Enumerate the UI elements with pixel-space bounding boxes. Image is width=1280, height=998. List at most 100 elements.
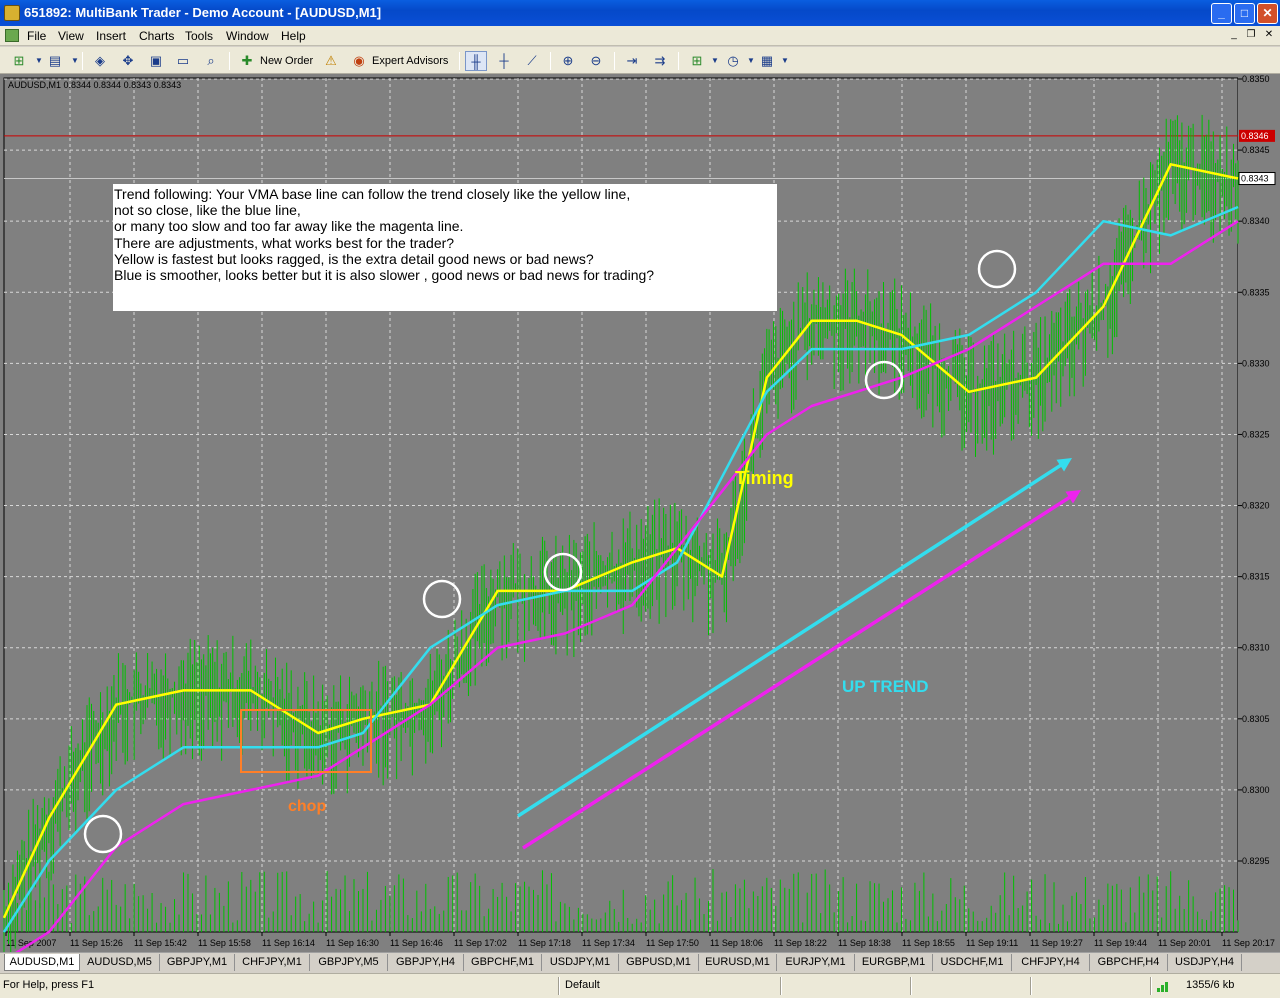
menu-tools[interactable]: Tools xyxy=(185,29,213,43)
price-label: 0.8320 xyxy=(1242,501,1270,511)
auto-scroll-icon[interactable]: ⇉ xyxy=(649,51,671,71)
chart-tab[interactable]: CHFJPY,M1 xyxy=(235,954,310,971)
chart-tab[interactable]: CHFJPY,H4 xyxy=(1012,954,1090,971)
time-label: 11 Sep 18:22 xyxy=(774,938,827,948)
chart-tab[interactable]: GBPCHF,M1 xyxy=(464,954,542,971)
price-label: 0.8350 xyxy=(1242,74,1270,84)
highlight-circle xyxy=(977,249,1017,289)
status-separator xyxy=(558,977,560,995)
chart-tab[interactable]: USDJPY,M1 xyxy=(542,954,619,971)
chart-tab[interactable]: GBPJPY,M5 xyxy=(310,954,388,971)
zoom-out-icon[interactable]: ⊖ xyxy=(585,51,607,71)
menu-bar: File View Insert Charts Tools Window Hel… xyxy=(0,26,1280,46)
title-bar: 651892: MultiBank Trader - Demo Account … xyxy=(0,0,1280,26)
red-price-label: 0.8346 xyxy=(1241,131,1269,141)
timing-label: Timing xyxy=(735,468,794,488)
note-line: Yellow is fastest but looks ragged, is t… xyxy=(114,250,594,267)
chart-tab[interactable]: AUDUSD,M1 xyxy=(4,954,80,971)
expert-advisors-icon[interactable]: ◉ xyxy=(348,51,370,71)
profile-name: Default xyxy=(565,979,600,991)
chart-tab[interactable]: USDCHF,M1 xyxy=(933,954,1012,971)
volume-bars xyxy=(3,869,1239,932)
time-label: 11 Sep 18:55 xyxy=(902,938,955,948)
chart-tab[interactable]: EURGBP,M1 xyxy=(855,954,933,971)
menu-view[interactable]: View xyxy=(58,29,84,43)
bar-chart-icon[interactable]: ╫ xyxy=(465,51,487,71)
mdi-close-button[interactable]: ✕ xyxy=(1261,28,1277,42)
new-chart-icon[interactable]: ⊞ xyxy=(8,51,30,71)
time-label: 11 Sep 18:06 xyxy=(710,938,763,948)
time-label: 11 Sep 15:26 xyxy=(70,938,123,948)
chart-tab[interactable]: EURJPY,M1 xyxy=(777,954,855,971)
new-order-button[interactable]: New Order xyxy=(260,51,313,71)
status-separator xyxy=(780,977,782,995)
menu-insert[interactable]: Insert xyxy=(96,29,126,43)
line-chart-icon[interactable]: ⟋ xyxy=(521,51,543,71)
time-label: 11 Sep 17:02 xyxy=(454,938,507,948)
price-label: 0.8345 xyxy=(1242,145,1270,155)
warning-icon[interactable]: ⚠ xyxy=(320,51,342,71)
highlight-circle xyxy=(83,814,123,854)
time-label: 11 Sep 19:11 xyxy=(966,938,1018,948)
traffic-counter: 1355/6 kb xyxy=(1186,979,1235,991)
dropdown-arrow-icon[interactable]: ▼ xyxy=(774,51,796,71)
toolbar-separator xyxy=(229,52,230,70)
price-label: 0.8325 xyxy=(1242,429,1270,439)
time-label: 11 Sep 19:44 xyxy=(1094,938,1147,948)
time-label: 11 Sep 15:42 xyxy=(134,938,187,948)
mdi-restore-button[interactable]: ❐ xyxy=(1243,28,1259,42)
close-button[interactable]: ✕ xyxy=(1257,3,1278,24)
uptrend-arrow-magenta xyxy=(522,492,1076,850)
minimize-button[interactable]: _ xyxy=(1211,3,1232,24)
menu-help[interactable]: Help xyxy=(281,29,306,43)
toolbar-separator xyxy=(82,52,83,70)
price-label: 0.8330 xyxy=(1242,358,1270,368)
terminal-icon[interactable]: ▣ xyxy=(145,51,167,71)
toolbar-separator xyxy=(459,52,460,70)
toolbar-separator xyxy=(550,52,551,70)
strategy-tester-icon[interactable]: ⌕ xyxy=(200,51,222,71)
status-separator xyxy=(910,977,912,995)
chart-window[interactable]: 0.8350 0.8345 0.8340 0.8335 0.8330 0.8325 0.83… xyxy=(0,74,1280,952)
chart-tab[interactable]: USDJPY,H4 xyxy=(1168,954,1242,971)
new-order-icon[interactable]: ✚ xyxy=(236,51,258,71)
chart-tab[interactable]: GBPJPY,H4 xyxy=(388,954,464,971)
chart-tab[interactable]: EURUSD,M1 xyxy=(699,954,777,971)
chart-shift-icon[interactable]: ⇥ xyxy=(621,51,643,71)
navigator-icon[interactable]: ✥ xyxy=(117,51,139,71)
menu-window[interactable]: Window xyxy=(226,29,269,43)
price-label: 0.8315 xyxy=(1242,572,1270,582)
candlestick-icon[interactable]: ┼ xyxy=(493,51,515,71)
connection-icon xyxy=(1157,980,1169,992)
price-label: 0.8340 xyxy=(1242,216,1270,226)
maximize-button[interactable]: □ xyxy=(1234,3,1255,24)
zoom-in-icon[interactable]: ⊕ xyxy=(557,51,579,71)
market-watch-icon[interactable]: ◈ xyxy=(89,51,111,71)
time-label: 11 Sep 16:30 xyxy=(326,938,379,948)
price-label: 0.8300 xyxy=(1242,785,1270,795)
window-title: 651892: MultiBank Trader - Demo Account … xyxy=(24,5,382,20)
doc-icon xyxy=(5,29,19,42)
uptrend-arrow-cyan xyxy=(517,460,1067,818)
chart-tab[interactable]: GBPCHF,H4 xyxy=(1090,954,1168,971)
data-window-icon[interactable]: ▭ xyxy=(172,51,194,71)
expert-advisors-button[interactable]: Expert Advisors xyxy=(372,51,448,71)
status-separator xyxy=(1030,977,1032,995)
chart-tab[interactable]: GBPJPY,M1 xyxy=(160,954,235,971)
chop-label: chop xyxy=(288,798,326,815)
profiles-icon[interactable]: ▤ xyxy=(44,51,66,71)
menu-file[interactable]: File xyxy=(27,29,46,43)
status-separator xyxy=(1150,977,1152,995)
menu-charts[interactable]: Charts xyxy=(139,29,174,43)
note-line: Trend following: Your VMA base line can … xyxy=(114,186,631,202)
highlight-circle xyxy=(422,579,462,619)
time-label: 11 Sep 18:38 xyxy=(838,938,891,948)
toolbar-separator xyxy=(678,52,679,70)
uptrend-label: UP TREND xyxy=(842,677,929,696)
chart-tab[interactable]: GBPUSD,M1 xyxy=(619,954,699,971)
chart-tab[interactable]: AUDUSD,M5 xyxy=(80,954,160,971)
status-bar: For Help, press F1 Default 1355/6 kb xyxy=(0,973,1280,998)
time-label: 11 Sep 20:17 xyxy=(1222,938,1275,948)
mdi-minimize-button[interactable]: _ xyxy=(1226,28,1242,42)
time-label: 11 Sep 17:18 xyxy=(518,938,571,948)
